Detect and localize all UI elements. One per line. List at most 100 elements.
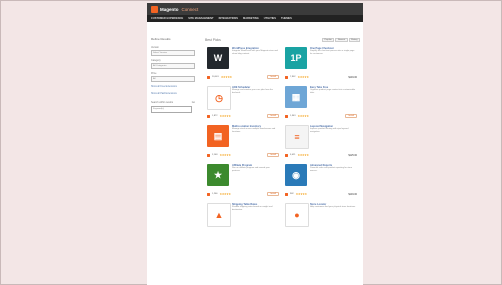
product-card[interactable]: ▲ Shipping Table Rates Flexible shipping… — [205, 201, 282, 240]
product-icon: ◉ — [292, 169, 300, 180]
sort-buttons: Popular Newest Rating — [321, 38, 360, 42]
rating-stars: ★★★★★ — [219, 114, 231, 118]
product-card[interactable]: W WordPress Integration Integrate WordPr… — [205, 45, 282, 84]
product-icon: ≡ — [294, 132, 300, 142]
product-description: Run an affiliate program and reward your… — [232, 167, 270, 172]
product-info: WordPress Integration Integrate WordPres… — [232, 47, 278, 56]
product-description: Organize product page content into custo… — [310, 89, 356, 94]
downloads-icon — [285, 75, 288, 79]
product-card[interactable]: ★ Affiliate Program Run an affiliate pro… — [205, 162, 282, 201]
product-price: $149.00 — [348, 75, 357, 79]
install-button[interactable]: Install — [267, 153, 279, 157]
downloads-icon — [285, 192, 288, 196]
product-icon: ◷ — [215, 92, 223, 103]
product-info: AOE Scheduler Manage and monitor your cr… — [232, 86, 278, 95]
product-meta: 1,266 ★★★★★ Install — [207, 192, 279, 196]
product-thumbnail[interactable]: ▲ — [207, 203, 231, 227]
download-count: 1,266 — [212, 193, 218, 195]
product-thumbnail[interactable]: ≡ — [285, 125, 309, 149]
link-free-extensions[interactable]: Show all Free Extensions — [151, 86, 195, 89]
product-icon: ★ — [213, 169, 223, 180]
product-info: Layered Navigation Improve product filte… — [310, 125, 356, 134]
product-meta: 962 ★★★★★ $149.00 — [285, 192, 357, 196]
nav-item-utilities[interactable]: UTILITIES — [264, 17, 276, 20]
download-count: 3,021 — [290, 154, 296, 156]
download-count: 962 — [290, 193, 294, 195]
nav-item-marketing[interactable]: MARKETING — [243, 17, 259, 20]
rating-stars: ★★★★★ — [295, 192, 307, 196]
downloads-icon — [207, 114, 210, 118]
nav-item-themes[interactable]: THEMES — [281, 17, 292, 20]
product-description: Powerful sales and product reporting for… — [310, 167, 353, 172]
nav-item-customer-experience[interactable]: CUSTOMER EXPERIENCE — [151, 17, 183, 20]
filter-label-version: Version — [151, 46, 159, 49]
downloads-icon — [207, 153, 210, 157]
link-paid-extensions[interactable]: Show all Paid Extensions — [151, 93, 195, 96]
product-thumbnail[interactable]: ★ — [207, 164, 229, 186]
product-price: $149.00 — [348, 192, 357, 196]
product-card[interactable]: 1P One Page Checkout Simplify the checko… — [283, 45, 360, 84]
download-count: 2,148 — [212, 154, 218, 156]
product-meta: 20,061 ★★★★★ Install — [207, 75, 279, 79]
product-thumbnail[interactable]: ● — [285, 203, 309, 227]
product-card[interactable]: ▤ Multi-Location Inventory Manage stock … — [205, 123, 282, 162]
product-grid: W WordPress Integration Integrate WordPr… — [205, 45, 360, 240]
download-count: 7,902 — [290, 76, 296, 78]
product-info: One Page Checkout Simplify the checkout … — [310, 47, 356, 56]
product-description: Improve product filtering with ajax laye… — [310, 128, 349, 133]
install-button[interactable]: Install — [267, 114, 279, 118]
install-button[interactable]: Install — [267, 192, 279, 196]
product-meta: 1,343 ★★★★★ Install — [285, 114, 357, 118]
filter-label-category: Category — [151, 59, 161, 62]
product-icon: ▲ — [214, 210, 224, 220]
rating-stars: ★★★★★ — [219, 192, 231, 196]
download-count: 20,061 — [212, 76, 219, 78]
product-description: Simplify the checkout process into a sin… — [310, 50, 355, 55]
product-thumbnail[interactable]: ▤ — [207, 125, 229, 147]
product-card[interactable]: ▦ Easy Tabs Free Organize product page c… — [283, 84, 360, 123]
nav-item-integrations[interactable]: INTEGRATIONS — [219, 17, 238, 20]
product-card[interactable]: ◷ AOE Scheduler Manage and monitor your … — [205, 84, 282, 123]
search-input[interactable]: Keyword(s) — [151, 106, 192, 113]
product-thumbnail[interactable]: ◷ — [207, 86, 231, 110]
product-card[interactable]: ≡ Layered Navigation Improve product fil… — [283, 123, 360, 162]
downloads-icon — [207, 192, 210, 196]
main-nav: CUSTOMER EXPERIENCE SITE MANAGEMENT INTE… — [147, 15, 363, 22]
filter-select-price[interactable]: All — [151, 76, 195, 82]
filter-select-category[interactable]: All Categories — [151, 63, 195, 69]
rating-stars: ★★★★★ — [297, 75, 309, 79]
downloads-icon — [285, 114, 288, 118]
product-thumbnail[interactable]: ▦ — [285, 86, 307, 108]
product-info: Shipping Table Rates Flexible shipping r… — [232, 203, 278, 212]
search-go-button[interactable]: Go — [192, 101, 195, 104]
logo-subtext: Connect — [181, 6, 199, 12]
product-description: Help customers find your physical store … — [310, 206, 356, 208]
rating-stars: ★★★★★ — [219, 153, 231, 157]
product-icon: 1P — [290, 53, 302, 63]
product-description: Manage and monitor your cron jobs from t… — [232, 89, 273, 94]
sidebar-title: Refine Results — [151, 37, 171, 41]
product-icon: W — [213, 53, 223, 63]
main-header: Best Picks Popular Newest Rating — [205, 37, 360, 43]
site-header: Magento Connect — [147, 3, 363, 15]
product-thumbnail[interactable]: ◉ — [285, 164, 307, 186]
product-description: Manage stock across multiple warehouses … — [232, 128, 276, 133]
product-card[interactable]: ◉ Advanced Reports Powerful sales and pr… — [283, 162, 360, 201]
product-thumbnail[interactable]: W — [207, 47, 229, 69]
sort-popular-button[interactable]: Popular — [321, 38, 335, 42]
rating-stars: ★★★★★ — [297, 114, 309, 118]
product-thumbnail[interactable]: 1P — [285, 47, 307, 69]
product-meta: 1,872 ★★★★★ Install — [207, 114, 279, 118]
product-card[interactable]: ● Store Locator Help customers find your… — [283, 201, 360, 240]
nav-item-site-management[interactable]: SITE MANAGEMENT — [188, 17, 213, 20]
product-icon: ▦ — [291, 91, 301, 102]
install-button[interactable]: Install — [345, 114, 357, 118]
product-description: Flexible shipping rates based on weight … — [232, 206, 273, 211]
magento-logo-icon — [151, 5, 158, 13]
sort-rating-button[interactable]: Rating — [348, 38, 360, 42]
filter-select-version[interactable]: Select Version — [151, 50, 195, 56]
sort-newest-button[interactable]: Newest — [335, 38, 348, 42]
install-button[interactable]: Install — [267, 75, 279, 79]
logo-text[interactable]: Magento — [160, 7, 179, 12]
product-info: Multi-Location Inventory Manage stock ac… — [232, 125, 278, 134]
